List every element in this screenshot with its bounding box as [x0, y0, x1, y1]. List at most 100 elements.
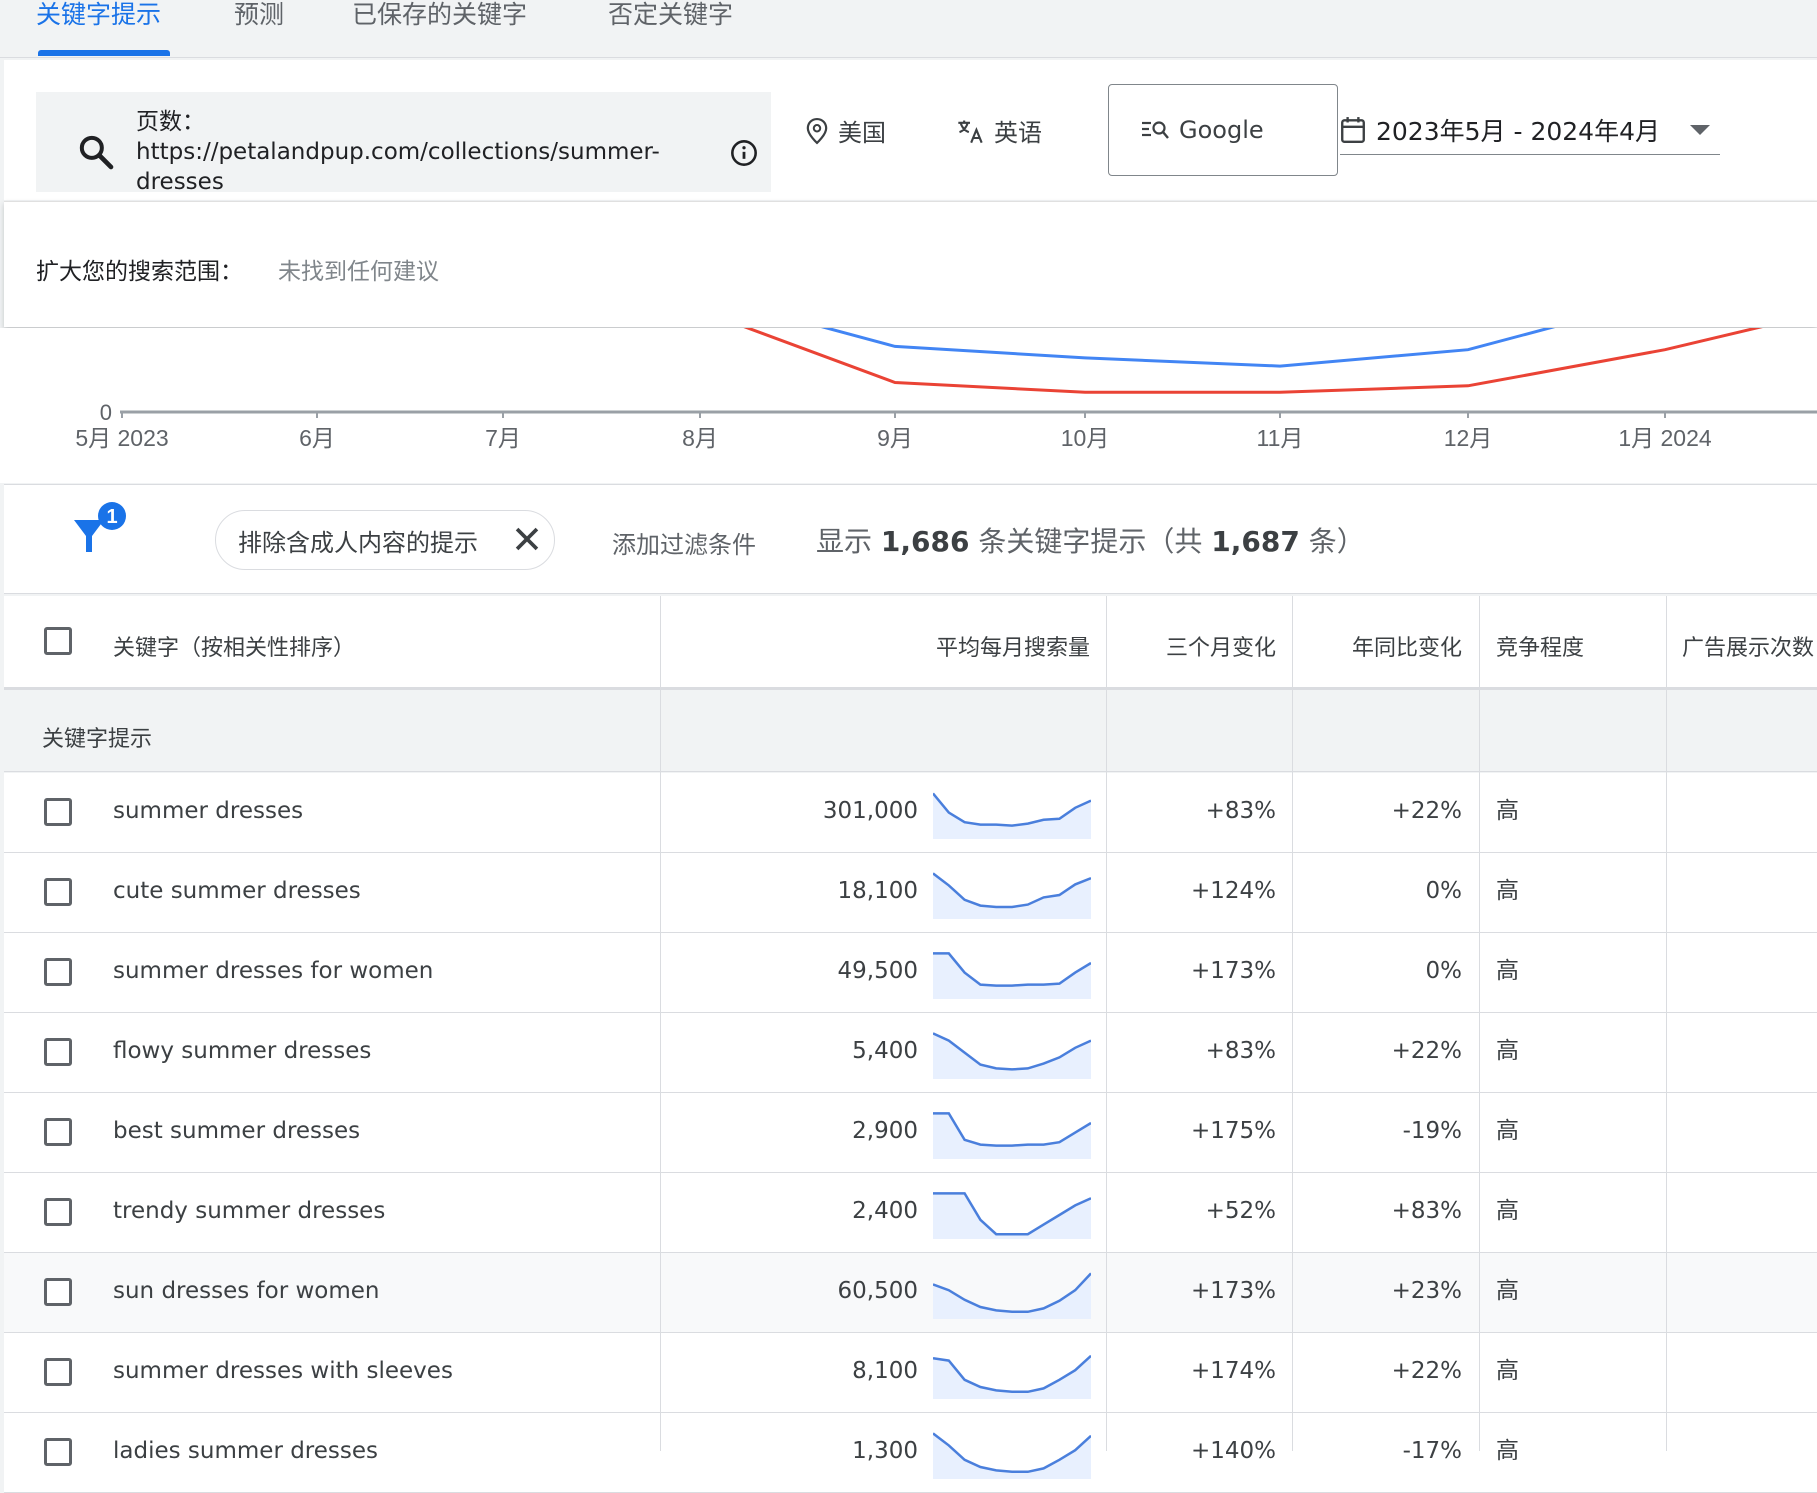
- info-icon[interactable]: [730, 139, 758, 167]
- keyword-cell: flowy summer dresses: [113, 1038, 372, 1064]
- header-impressions[interactable]: 广告展示次数: [1682, 630, 1814, 662]
- calendar-icon: [1341, 116, 1365, 143]
- yoy-cell: -19%: [1402, 1118, 1462, 1144]
- result-prefix: 显示: [816, 525, 881, 558]
- yoy-cell: +22%: [1391, 798, 1462, 824]
- keyword-cell: sun dresses for women: [113, 1278, 380, 1304]
- yoy-cell: +83%: [1391, 1198, 1462, 1224]
- location-selector[interactable]: 美国: [806, 113, 886, 148]
- x-tick-label: 11月: [1257, 425, 1304, 451]
- result-total: 1,687: [1211, 525, 1300, 558]
- keyword-cell: trendy summer dresses: [113, 1198, 386, 1224]
- trend-sparkline[interactable]: [933, 787, 1091, 839]
- row-checkbox[interactable]: [44, 878, 72, 906]
- volume-cell: 8,100: [852, 1358, 918, 1384]
- volume-cell: 49,500: [837, 958, 918, 984]
- trend-sparkline[interactable]: [933, 947, 1091, 999]
- column-divider: [1666, 596, 1667, 1451]
- x-tick-label: 7月: [485, 425, 521, 451]
- header-three-month[interactable]: 三个月变化: [1108, 630, 1276, 662]
- filter-funnel-icon[interactable]: 1: [70, 500, 130, 560]
- chevron-down-icon: [1690, 125, 1710, 135]
- row-checkbox[interactable]: [44, 1038, 72, 1066]
- tab-bar: 关键字提示 预测 已保存的关键字 否定关键字: [0, 0, 1817, 58]
- x-tick-label: 10月: [1061, 425, 1110, 451]
- location-label: 美国: [838, 119, 886, 147]
- x-tick-label: 9月: [877, 425, 913, 451]
- row-checkbox[interactable]: [44, 1278, 72, 1306]
- tab-keyword-ideas[interactable]: 关键字提示: [36, 1, 161, 29]
- language-label: 英语: [994, 119, 1042, 147]
- x-tick-label: 5月 2023: [75, 425, 168, 451]
- competition-cell: 高: [1496, 958, 1519, 984]
- header-competition[interactable]: 竞争程度: [1496, 630, 1584, 662]
- row-checkbox[interactable]: [44, 1358, 72, 1386]
- search-volume-chart: 0 5月 2023 6月 7月 8月 9月 10月 11月 12月 1月 2024: [0, 328, 1817, 483]
- yoy-cell: -17%: [1402, 1438, 1462, 1464]
- sparkline-area: [933, 953, 1091, 999]
- keyword-cell: cute summer dresses: [113, 878, 361, 904]
- trend-sparkline[interactable]: [933, 1427, 1091, 1479]
- column-divider: [1292, 596, 1293, 1451]
- broaden-label: 扩大您的搜索范围：: [36, 259, 243, 285]
- volume-cell: 1,300: [852, 1438, 918, 1464]
- volume-cell: 60,500: [837, 1278, 918, 1304]
- result-count: 显示 1,686 条关键字提示（共 1,687 条）: [816, 520, 1365, 560]
- volume-cell: 2,400: [852, 1198, 918, 1224]
- three-month-cell: +83%: [1205, 798, 1276, 824]
- chip-label: 排除含成人内容的提示: [238, 528, 478, 557]
- competition-cell: 高: [1496, 878, 1519, 904]
- section-label: 关键字提示: [42, 727, 153, 752]
- add-filter-button[interactable]: 添加过滤条件: [612, 525, 756, 560]
- network-icon: [1142, 121, 1169, 139]
- search-query[interactable]: 页数： https://petalandpup.com/collections/…: [136, 107, 676, 197]
- three-month-cell: +83%: [1205, 1038, 1276, 1064]
- header-keyword[interactable]: 关键字（按相关性排序）: [113, 630, 355, 662]
- three-month-cell: +124%: [1190, 878, 1276, 904]
- tab-negative-keywords[interactable]: 否定关键字: [608, 1, 733, 29]
- row-checkbox[interactable]: [44, 1438, 72, 1466]
- adult-content-filter-chip[interactable]: 排除含成人内容的提示: [215, 510, 555, 570]
- trend-chart-svg: 05月 2023 6月 7月 8月 9月 10月 11月 12月 1月 2024: [75, 328, 1817, 451]
- header-avg-monthly[interactable]: 平均每月搜索量: [700, 630, 1090, 662]
- three-month-cell: +175%: [1190, 1118, 1276, 1144]
- x-tick-label: 12月: [1444, 425, 1493, 451]
- tab-saved-keywords[interactable]: 已保存的关键字: [352, 1, 527, 29]
- competition-cell: 高: [1496, 1038, 1519, 1064]
- trend-sparkline[interactable]: [933, 1347, 1091, 1399]
- tab-forecast[interactable]: 预测: [234, 1, 284, 29]
- search-network-button[interactable]: Google: [1108, 84, 1338, 176]
- result-shown: 1,686: [880, 525, 970, 558]
- result-suffix: 条）: [1299, 525, 1365, 558]
- select-all-checkbox[interactable]: [44, 627, 72, 655]
- competition-cell: 高: [1496, 1278, 1519, 1304]
- yoy-cell: 0%: [1425, 878, 1463, 904]
- competition-cell: 高: [1496, 1198, 1519, 1224]
- row-checkbox[interactable]: [44, 1198, 72, 1226]
- row-checkbox[interactable]: [44, 1118, 72, 1146]
- trend-sparkline[interactable]: [933, 1107, 1091, 1159]
- row-checkbox[interactable]: [44, 798, 72, 826]
- three-month-cell: +140%: [1190, 1438, 1276, 1464]
- trend-sparkline[interactable]: [933, 867, 1091, 919]
- trend-sparkline[interactable]: [933, 1027, 1091, 1079]
- x-tick-label: 6月: [299, 425, 335, 451]
- x-tick-label: 8月: [682, 425, 718, 451]
- translate-icon: [958, 120, 983, 143]
- keyword-cell: ladies summer dresses: [113, 1438, 379, 1464]
- language-selector[interactable]: 英语: [956, 113, 1042, 148]
- date-range-select[interactable]: 2023年5月 - 2024年4月: [1340, 105, 1720, 155]
- close-icon[interactable]: [510, 522, 544, 556]
- yoy-cell: 0%: [1425, 958, 1463, 984]
- volume-cell: 2,900: [852, 1118, 918, 1144]
- keyword-cell: best summer dresses: [113, 1118, 361, 1144]
- section-row: [4, 693, 1817, 772]
- competition-cell: 高: [1496, 1358, 1519, 1384]
- date-range-label: 2023年5月 - 2024年4月: [1376, 116, 1660, 146]
- header-yoy[interactable]: 年同比变化: [1292, 630, 1462, 662]
- competition-cell: 高: [1496, 1118, 1519, 1144]
- row-checkbox[interactable]: [44, 958, 72, 986]
- trend-sparkline[interactable]: [933, 1267, 1091, 1319]
- trend-sparkline[interactable]: [933, 1187, 1091, 1239]
- column-divider: [1479, 596, 1480, 1451]
